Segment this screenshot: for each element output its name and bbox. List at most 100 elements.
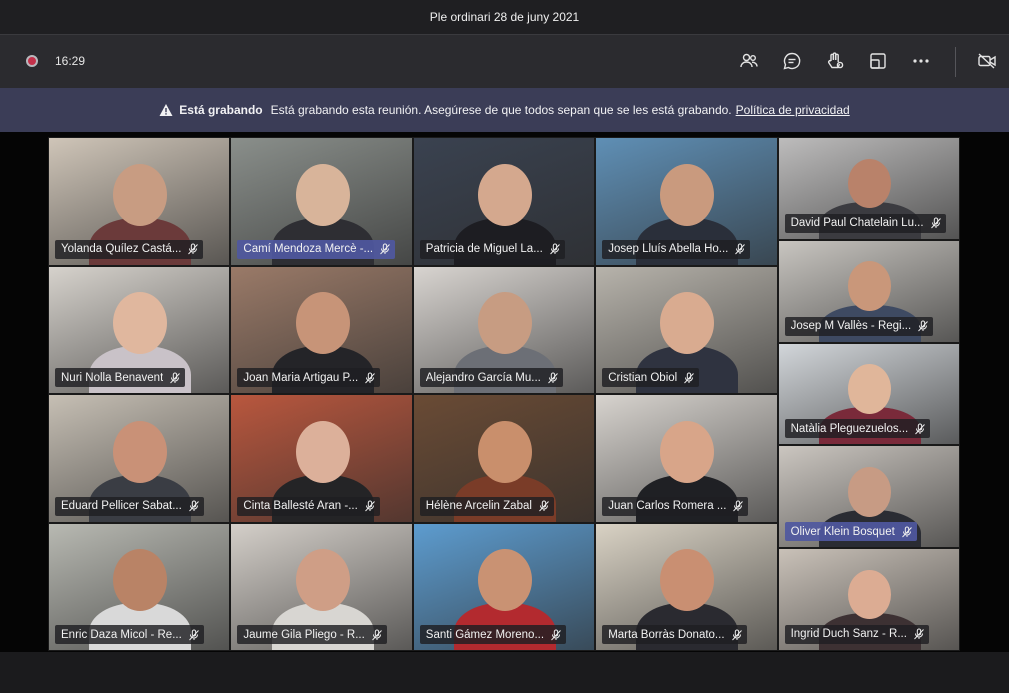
mic-muted-icon [539,500,549,512]
mic-muted-icon [380,243,390,255]
participant-name: Santi Gámez Moreno... [425,628,545,641]
participant-video-face [113,163,168,226]
participant-name-tag: Jaume Gila Pliego - R... [237,625,387,644]
mic-muted-icon [188,243,199,255]
participant-grid: Yolanda Quílez Castá... Camí Mendoza Merc… [48,137,960,651]
mic-muted-icon [547,372,558,383]
mic-muted-icon [551,629,561,640]
participant-tile[interactable]: Santi Gámez Moreno... [412,522,596,651]
mic-muted-icon [901,526,912,538]
participant-name: Ingrid Duch Sanz - R... [790,628,907,641]
toolbar-divider [955,47,956,77]
recording-banner: Está grabando Está grabando esta reunión… [0,88,1009,132]
participant-name: Juan Carlos Romera ... [608,500,727,512]
participant-tile[interactable]: Camí Mendoza Mercè -... [230,137,413,266]
participant-name: Hélène Arcelin Zabal [425,500,532,512]
participant-name: Marta Borràs Donato... [608,628,725,641]
participant-name: Cinta Ballesté Aran -... [243,500,358,512]
participant-video-face [848,466,892,517]
participant-name: Eduard Pellicer Sabat... [61,500,182,512]
mic-muted-icon [918,320,929,332]
camera-off-icon[interactable] [975,49,999,73]
participant-name: Jaume Gila Pliego - R... [243,628,365,641]
participants-icon[interactable] [737,49,761,73]
participant-video-face [848,569,892,620]
participant-name-tag: Josep Lluís Abella Ho... [602,239,751,259]
mic-muted-icon [364,500,375,512]
mic-muted-icon [735,243,746,255]
mic-muted-icon [733,500,744,512]
participant-name-tag: Santi Gámez Moreno... [419,625,567,644]
participant-name-tag: Nuri Nolla Benavent [55,368,186,387]
participant-tile[interactable]: Juan Carlos Romera ... [595,394,778,523]
participant-name-tag: Camí Mendoza Mercè -... [237,239,396,259]
participant-name: Camí Mendoza Mercè -... [243,243,374,255]
participant-name: Oliver Klein Bosquet [790,525,895,538]
banner-title: Está grabando [179,103,263,117]
privacy-policy-link[interactable]: Política de privacidad [736,103,850,117]
participant-video-face [848,261,892,311]
participant-tile[interactable]: Patricia de Miguel La... [412,137,596,266]
participant-name: Alejandro García Mu... [425,371,541,384]
participant-name: Natàlia Pleguezuelos... [790,422,909,435]
participant-video-face [660,420,715,483]
participant-tile[interactable]: Hélène Arcelin Zabal [412,394,596,523]
mic-muted-icon [930,217,941,229]
participant-tile[interactable]: Marta Borràs Donato... [595,522,778,651]
participant-video-face [848,364,892,414]
participant-name: David Paul Chatelain Lu... [790,217,924,230]
mic-muted-icon [188,500,199,512]
participant-video-face [113,549,168,612]
more-options-icon[interactable] [909,49,933,73]
participant-tile[interactable]: Natàlia Pleguezuelos... [777,342,960,446]
participant-name: Joan Maria Artigau P... [243,371,359,384]
participant-video-face [660,549,715,612]
mic-muted-icon [188,629,199,640]
mic-muted-icon [915,423,926,435]
participant-name-tag: Cinta Ballesté Aran -... [237,496,380,516]
participant-name-tag: Juan Carlos Romera ... [602,496,749,516]
participant-tile[interactable]: Oliver Klein Bosquet [777,445,960,549]
participant-video-face [660,163,715,226]
participant-tile[interactable]: Cristian Obiol [595,265,778,394]
participant-tile[interactable]: Jaume Gila Pliego - R... [230,522,413,651]
participant-name-tag: Hélène Arcelin Zabal [419,496,554,516]
participant-name-tag: Marta Borràs Donato... [602,625,747,644]
mic-muted-icon [731,629,742,640]
participant-video-face [848,158,892,209]
meeting-toolbar: 16:29 [0,34,1009,89]
participant-tile[interactable]: Alejandro García Mu... [412,265,596,394]
breakout-rooms-icon[interactable] [866,49,890,73]
participant-tile[interactable]: Ingrid Duch Sanz - R... [777,548,960,651]
participant-name: Josep M Vallès - Regi... [790,320,912,333]
reactions-icon[interactable] [823,49,847,73]
participant-name-tag: Yolanda Quílez Castá... [55,239,204,259]
participant-tile[interactable]: Nuri Nolla Benavent [48,265,231,394]
participant-tile[interactable]: Cinta Ballesté Aran -... [230,394,413,523]
participant-video-face [295,163,350,226]
participant-tile[interactable]: Josep Lluís Abella Ho... [595,137,778,266]
participant-tile[interactable]: Enric Daza Micol - Re... [48,522,231,651]
participant-video-face [478,549,532,612]
participant-tile[interactable]: Josep M Vallès - Regi... [777,239,960,343]
participant-name-tag: David Paul Chatelain Lu... [784,213,946,233]
participant-name-tag: Eduard Pellicer Sabat... [55,496,204,516]
participant-tile[interactable]: Eduard Pellicer Sabat... [48,394,231,523]
participant-name: Nuri Nolla Benavent [61,371,164,384]
participant-name: Yolanda Quílez Castá... [61,243,182,255]
mic-muted-icon [170,372,181,383]
participant-name-tag: Natàlia Pleguezuelos... [784,419,931,439]
mic-muted-icon [371,629,382,640]
participant-name: Enric Daza Micol - Re... [61,628,182,641]
participant-name-tag: Ingrid Duch Sanz - R... [784,624,929,644]
participant-tile[interactable]: David Paul Chatelain Lu... [777,137,960,240]
meeting-timer: 16:29 [55,54,86,68]
participant-tile[interactable]: Yolanda Quílez Castá... [48,137,231,266]
participant-video-face [295,420,350,483]
mic-muted-icon [914,628,924,640]
participant-name: Cristian Obiol [608,371,678,384]
recording-indicator-icon [26,55,38,67]
chat-icon[interactable] [780,49,804,73]
participant-tile[interactable]: Joan Maria Artigau P... [230,265,413,394]
participant-name-tag: Cristian Obiol [602,368,700,387]
